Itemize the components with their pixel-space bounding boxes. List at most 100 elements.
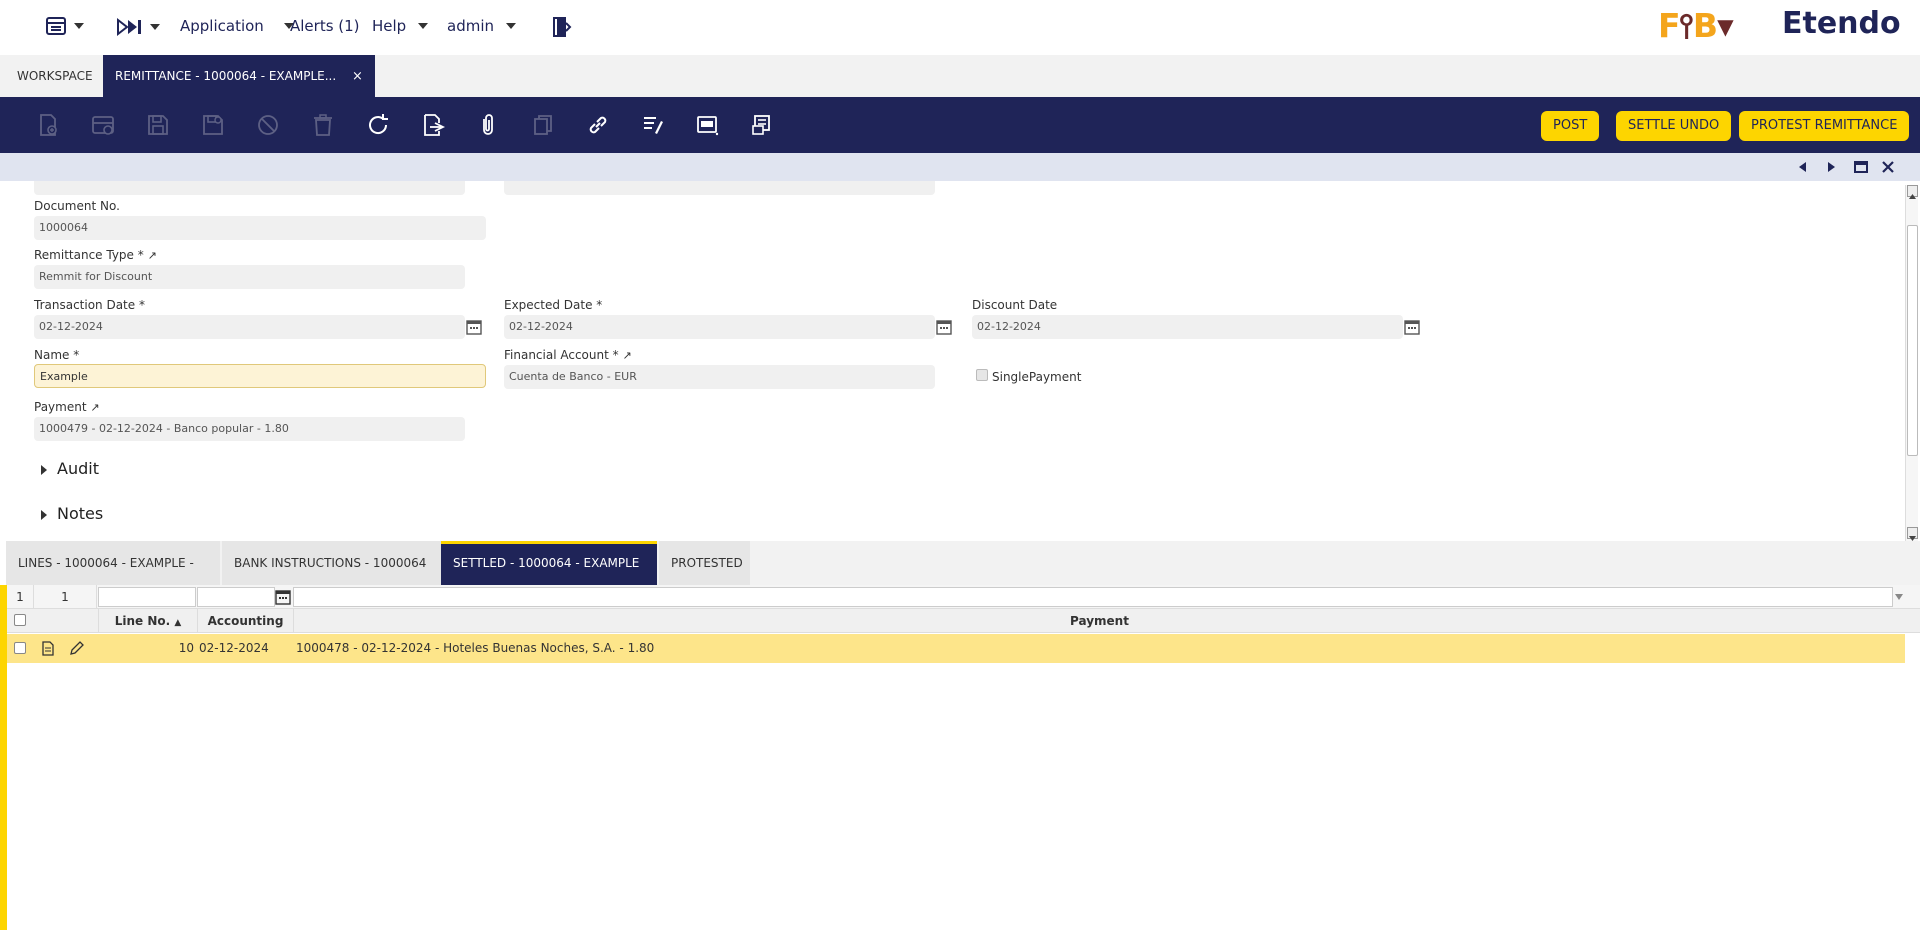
link-icon[interactable]: ↗ xyxy=(148,249,157,262)
expected-date-field[interactable]: 02-12-2024 xyxy=(504,315,935,339)
tab-workspace[interactable]: WORKSPACE xyxy=(5,55,105,97)
row-checkbox[interactable] xyxy=(14,642,26,654)
tab-settled[interactable]: SETTLED - 1000064 - EXAMPLE ... xyxy=(441,541,657,608)
expected-date-label: Expected Date * xyxy=(504,298,603,312)
alerts-link[interactable]: Alerts (1) xyxy=(290,17,360,35)
discount-date-field[interactable]: 02-12-2024 xyxy=(972,315,1403,339)
edit-pencil-icon[interactable] xyxy=(69,641,84,656)
select-all-checkbox[interactable] xyxy=(14,614,26,626)
chevron-right-icon xyxy=(41,464,47,475)
audit-section-header[interactable]: Audit xyxy=(41,459,99,478)
calendar-icon[interactable] xyxy=(275,589,291,605)
payment-filter-input[interactable] xyxy=(293,587,1893,607)
column-header-line-no[interactable]: Line No. ▲ xyxy=(98,609,197,633)
cell-line-no: 10 xyxy=(178,641,194,655)
chevron-right-icon xyxy=(41,509,47,520)
name-label: Name * xyxy=(34,348,80,362)
audit-trail-icon[interactable] xyxy=(641,113,665,137)
calendar-icon[interactable] xyxy=(466,319,482,335)
link-icon[interactable] xyxy=(586,113,610,137)
form-view-icon[interactable] xyxy=(696,113,720,137)
close-icon[interactable]: × xyxy=(352,69,363,84)
post-button[interactable]: POST xyxy=(1541,111,1600,141)
fb-logo: F⫯B▾ xyxy=(1658,6,1734,45)
tab-protested[interactable]: PROTESTED xyxy=(659,541,750,585)
next-record-icon[interactable] xyxy=(1824,160,1838,174)
chevron-down-icon xyxy=(150,24,160,30)
export-icon[interactable] xyxy=(421,113,446,137)
form-scrollbar[interactable] xyxy=(1905,185,1918,541)
payment-label: Payment ↗ xyxy=(34,400,100,414)
tab-lines[interactable]: LINES - 1000064 - EXAMPLE - 10... xyxy=(6,541,220,614)
child-tab-strip: LINES - 1000064 - EXAMPLE - 10... BANK I… xyxy=(6,541,1920,614)
scroll-down-button[interactable] xyxy=(1907,527,1918,541)
previous-record-icon[interactable] xyxy=(1796,160,1810,174)
open-record-icon[interactable] xyxy=(41,641,55,656)
payment-field[interactable]: 1000479 - 02-12-2024 - Banco popular - 1… xyxy=(34,417,465,441)
alerts-label: Alerts (1) xyxy=(290,17,360,35)
tab-remittance[interactable]: REMITTANCE - 1000064 - EXAMPLE... × xyxy=(103,55,375,97)
tab-bank-instructions[interactable]: BANK INSTRUCTIONS - 1000064 ... xyxy=(222,541,446,614)
new-document-icon[interactable] xyxy=(36,113,60,137)
record-navigation-bar xyxy=(0,153,1920,181)
table-row[interactable]: 10 02-12-2024 1000478 - 02-12-2024 - Hot… xyxy=(7,634,1905,663)
main-tab-strip: WORKSPACE REMITTANCE - 1000064 - EXAMPLE… xyxy=(0,55,1920,97)
tab-workspace-label: WORKSPACE xyxy=(17,69,93,83)
save-icon[interactable] xyxy=(146,113,170,137)
discount-date-label: Discount Date xyxy=(972,298,1058,312)
workspace-menu-button[interactable] xyxy=(46,16,84,36)
chevron-down-icon[interactable] xyxy=(1894,593,1904,601)
sort-ascending-icon: ▲ xyxy=(174,618,182,628)
notes-section-label: Notes xyxy=(57,504,104,523)
single-payment-checkbox[interactable] xyxy=(976,369,988,381)
refresh-icon[interactable] xyxy=(366,113,390,137)
single-payment-label: SinglePayment xyxy=(992,370,1082,384)
help-menu[interactable]: Help xyxy=(372,17,429,35)
cell-accounting-date: 02-12-2024 xyxy=(199,641,269,655)
save-close-icon[interactable] xyxy=(201,113,225,137)
etendo-logo: Etendo xyxy=(1782,6,1901,41)
application-menu-label: Application xyxy=(180,17,264,35)
help-menu-label: Help xyxy=(372,17,407,35)
maximize-icon[interactable] xyxy=(1854,160,1868,174)
bank-field[interactable] xyxy=(504,181,935,195)
top-navigation: Application Alerts (1) Help admin F⫯B▾ E… xyxy=(0,0,1920,55)
transaction-date-label: Transaction Date * xyxy=(34,298,145,312)
protest-remittance-button[interactable]: PROTEST REMITTANCE xyxy=(1739,111,1910,141)
organization-field[interactable] xyxy=(34,181,465,195)
link-icon[interactable]: ↗ xyxy=(622,349,631,362)
name-field[interactable]: Example xyxy=(34,364,486,388)
delete-icon[interactable] xyxy=(311,113,335,137)
link-icon[interactable]: ↗ xyxy=(90,401,99,414)
notes-section-header[interactable]: Notes xyxy=(41,504,103,523)
user-menu-label: admin xyxy=(447,17,494,35)
transaction-date-field[interactable]: 02-12-2024 xyxy=(34,315,465,339)
financial-account-field[interactable]: Cuenta de Banco - EUR xyxy=(504,365,935,389)
scroll-thumb[interactable] xyxy=(1907,225,1918,456)
accounting-date-filter-input[interactable] xyxy=(197,587,275,607)
user-menu[interactable]: admin xyxy=(447,17,516,35)
remittance-type-field[interactable]: Remmit for Discount xyxy=(34,265,465,289)
chevron-down-icon xyxy=(506,23,516,29)
column-header-accounting-date[interactable]: Accounting Date xyxy=(197,609,293,652)
settle-undo-button[interactable]: SETTLE UNDO xyxy=(1616,111,1732,141)
grid-filter-row: 1 1 xyxy=(7,585,1920,609)
calendar-icon[interactable] xyxy=(1404,319,1420,335)
calendar-icon[interactable] xyxy=(936,319,952,335)
logout-button[interactable] xyxy=(552,16,572,42)
new-row-icon[interactable] xyxy=(91,113,115,137)
fast-forward-icon xyxy=(117,17,141,37)
scroll-up-button[interactable] xyxy=(1907,185,1918,199)
process-icon[interactable] xyxy=(751,113,775,137)
undo-icon[interactable] xyxy=(256,113,280,137)
line-no-filter-input[interactable] xyxy=(98,587,196,607)
grid-header-row: Line No. ▲ Accounting Date Payment xyxy=(7,609,1920,652)
active-grid-indicator xyxy=(0,585,7,930)
application-menu[interactable]: Application xyxy=(180,17,294,35)
copy-icon[interactable] xyxy=(531,113,555,137)
attachment-icon[interactable] xyxy=(476,113,500,137)
close-icon[interactable] xyxy=(1881,160,1895,174)
quick-launch-button[interactable] xyxy=(116,17,160,37)
document-no-field[interactable]: 1000064 xyxy=(34,216,486,240)
column-header-payment[interactable]: Payment xyxy=(293,609,1905,633)
